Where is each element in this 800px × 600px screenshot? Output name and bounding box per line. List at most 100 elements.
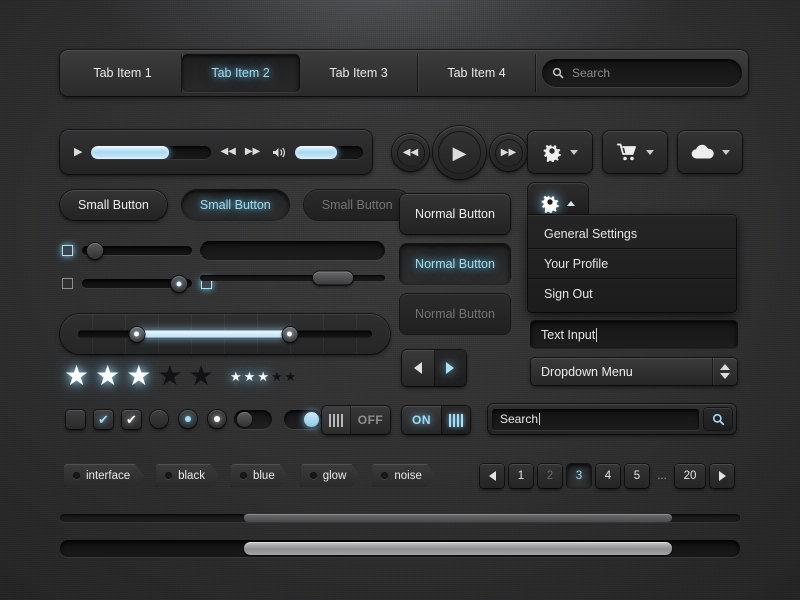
rating-stars-small[interactable]: ★★★★★ (230, 370, 296, 383)
pagination-ellipsis: ... (654, 464, 670, 488)
tab-item-1[interactable]: Tab Item 1 (64, 54, 182, 92)
tab-item-4[interactable]: Tab Item 4 (418, 54, 536, 92)
menu-item-general-settings[interactable]: General Settings (528, 219, 736, 249)
next-button[interactable] (435, 350, 467, 386)
triangle-left-icon (414, 362, 422, 374)
tab-search-field[interactable]: Search (542, 59, 742, 87)
radio-selected-white[interactable] (208, 410, 226, 428)
tag-item[interactable]: interface (64, 464, 144, 487)
transport-play-button[interactable]: ▶ (433, 126, 486, 179)
fast-forward-icon[interactable]: ▶▶ (245, 147, 260, 157)
tab-label: Tab Item 2 (211, 66, 269, 80)
range-knob-end[interactable] (282, 327, 297, 342)
gear-icon (541, 194, 561, 213)
menu-item-sign-out[interactable]: Sign Out (528, 279, 736, 308)
line-slider-handle[interactable] (313, 272, 353, 285)
tag-label: noise (394, 470, 422, 482)
media-player-bar: ▶ ◀◀ ▶▶ (60, 130, 372, 174)
range-rail (78, 331, 372, 338)
range-slider[interactable] (60, 314, 390, 354)
play-icon[interactable]: ▶ (74, 147, 82, 158)
pagination-page-3[interactable]: 3 (567, 464, 591, 488)
prev-button[interactable] (402, 350, 435, 386)
normal-button-normal[interactable]: Normal Button (400, 194, 510, 234)
settings-split-button[interactable] (528, 131, 592, 173)
pagination-page-5[interactable]: 5 (625, 464, 649, 488)
small-button-normal[interactable]: Small Button (60, 190, 167, 220)
pagination-prev-button[interactable] (480, 464, 504, 488)
scrollbar-thumb[interactable] (244, 542, 672, 555)
radio-selected-blue[interactable] (179, 410, 197, 428)
pagination-next-button[interactable] (710, 464, 734, 488)
radio-empty[interactable] (150, 410, 168, 428)
star-icon-empty[interactable]: ★ (285, 370, 297, 383)
rewind-icon: ◀◀ (403, 148, 418, 158)
scrollbar-thin[interactable] (60, 514, 740, 522)
rating-stars-large[interactable]: ★★★★★ (64, 362, 214, 390)
checkbox-checked-blue[interactable]: ✔ (94, 410, 113, 429)
progress-bar-striped[interactable] (200, 241, 385, 260)
triangle-down-icon (720, 373, 730, 379)
toggle-on[interactable] (284, 410, 322, 429)
thin-slider-2[interactable] (82, 279, 192, 288)
slider-row-1 (62, 245, 212, 256)
transport-next-button[interactable]: ▶▶ (490, 134, 527, 171)
transport-prev-button[interactable]: ◀◀ (392, 134, 429, 171)
switch-off-label: OFF (351, 406, 390, 434)
tag-item[interactable]: glow (301, 464, 361, 487)
small-button-active[interactable]: Small Button (182, 190, 289, 220)
menu-item-your-profile[interactable]: Your Profile (528, 249, 736, 279)
star-icon-filled[interactable]: ★ (230, 370, 242, 383)
star-icon-filled[interactable]: ★ (126, 362, 151, 390)
star-icon-filled[interactable]: ★ (257, 370, 269, 383)
text-input[interactable]: Text Input (531, 321, 737, 348)
tab-label: Tab Item 1 (93, 66, 151, 80)
tag-item[interactable]: black (156, 464, 219, 487)
tag-item[interactable]: noise (372, 464, 436, 487)
toggle-off[interactable] (234, 410, 272, 429)
small-button-label: Small Button (78, 198, 149, 212)
star-icon-filled[interactable]: ★ (95, 362, 120, 390)
media-progress-slider[interactable] (91, 146, 211, 159)
tag-item[interactable]: blue (231, 464, 289, 487)
switch-on[interactable]: ON (402, 406, 470, 434)
text-caret (596, 328, 597, 342)
normal-button-active[interactable]: Normal Button (400, 244, 510, 284)
star-icon-empty[interactable]: ★ (271, 370, 283, 383)
tab-item-2[interactable]: Tab Item 2 (182, 54, 300, 92)
switch-off[interactable]: OFF (322, 406, 390, 434)
tab-item-3[interactable]: Tab Item 3 (300, 54, 418, 92)
range-knob-start[interactable] (129, 327, 144, 342)
line-slider[interactable] (200, 275, 385, 281)
pagination-page-4[interactable]: 4 (596, 464, 620, 488)
tag-list: interface black blue glow noise (64, 464, 436, 487)
scrollbar-thick[interactable] (60, 540, 740, 557)
cloud-split-button[interactable] (678, 131, 742, 173)
checkbox-glow-left[interactable] (62, 245, 73, 256)
rewind-icon[interactable]: ◀◀ (220, 147, 235, 157)
pagination-page-20[interactable]: 20 (675, 464, 705, 488)
star-icon-empty[interactable]: ★ (188, 362, 213, 390)
volume-icon[interactable] (272, 146, 287, 159)
checkbox-checked-white[interactable]: ✔ (122, 410, 141, 429)
tag-dot-icon (73, 472, 80, 479)
pagination-page-2[interactable]: 2 (538, 464, 562, 488)
thin-slider-1[interactable] (82, 246, 192, 255)
star-icon-filled[interactable]: ★ (64, 362, 89, 390)
search-button[interactable] (704, 408, 732, 430)
star-icon-filled[interactable]: ★ (244, 370, 256, 383)
slider-knob[interactable] (171, 276, 187, 292)
checkbox-plain-left[interactable] (62, 278, 73, 289)
search-input[interactable]: Search (492, 409, 699, 430)
dropdown-select[interactable]: Dropdown Menu (531, 358, 737, 385)
media-volume-slider[interactable] (295, 146, 363, 159)
cart-split-button[interactable] (603, 131, 667, 173)
stepper-updown-icon[interactable] (712, 358, 737, 385)
star-icon-empty[interactable]: ★ (157, 362, 182, 390)
scrollbar-thumb[interactable] (244, 514, 672, 522)
slider-knob[interactable] (87, 243, 103, 259)
checkbox-empty[interactable] (66, 410, 85, 429)
pagination-page-1[interactable]: 1 (509, 464, 533, 488)
normal-button-disabled: Normal Button (400, 294, 510, 334)
play-icon: ▶ (453, 144, 467, 162)
